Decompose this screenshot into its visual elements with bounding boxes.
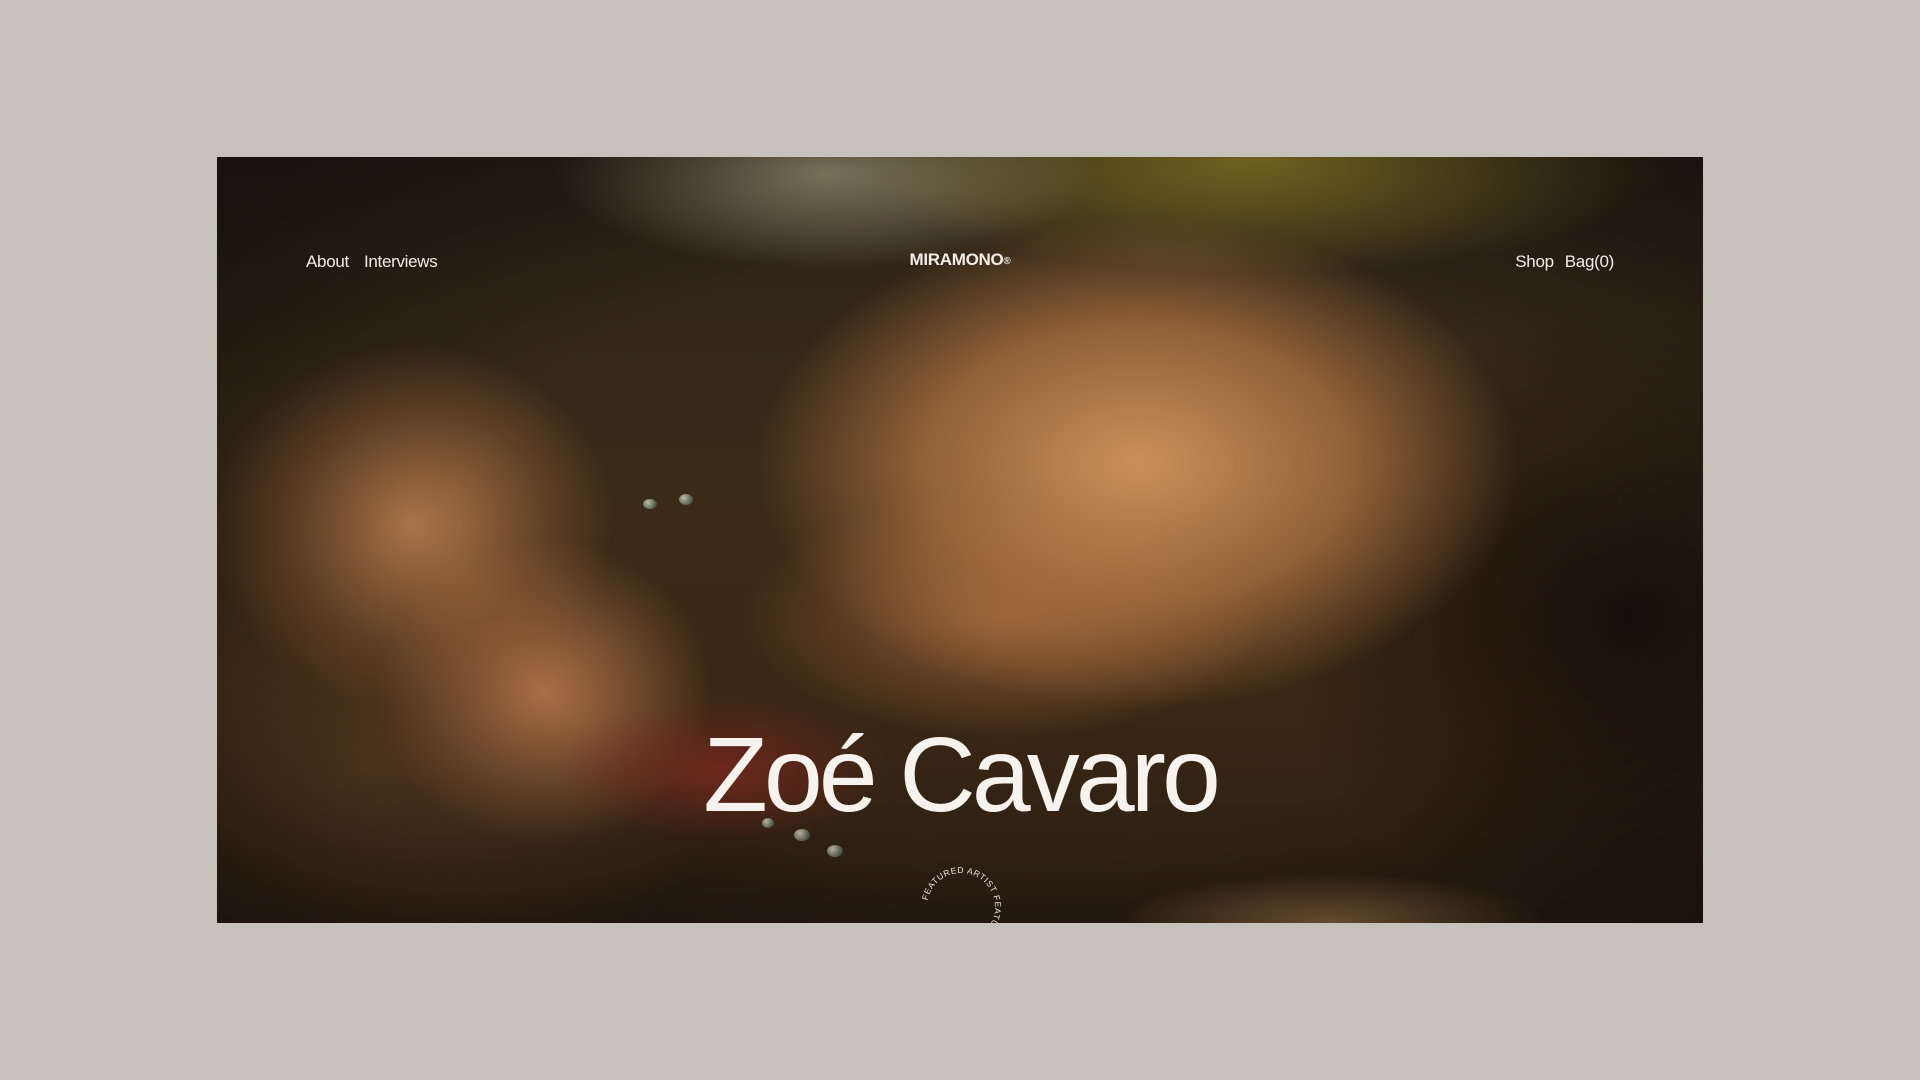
- featured-artist-badge: FEATURED ARTIST FEATURED ARTIST: [918, 864, 1004, 923]
- registered-mark: ®: [1003, 256, 1011, 267]
- nav-right-group: Shop Bag(0): [1515, 252, 1614, 272]
- brand-logo[interactable]: MIRAMONO®: [909, 250, 1010, 270]
- rotating-badge-graphic: FEATURED ARTIST FEATURED ARTIST: [920, 865, 1003, 923]
- brand-name: MIRAMONO: [909, 250, 1004, 269]
- nav-link-bag[interactable]: Bag(0): [1565, 252, 1615, 272]
- hero-title: Zoé Cavaro: [703, 716, 1221, 834]
- hero-section: About Interviews MIRAMONO® Shop Bag(0) Z…: [217, 157, 1703, 923]
- nav-link-about[interactable]: About: [306, 252, 349, 272]
- nav-left-group: About Interviews: [306, 252, 438, 272]
- nav-link-interviews[interactable]: Interviews: [364, 252, 438, 272]
- face-gem-decoration: [643, 499, 657, 509]
- nav-link-shop[interactable]: Shop: [1515, 252, 1554, 272]
- face-gem-decoration: [827, 845, 843, 857]
- face-gem-decoration: [679, 494, 693, 505]
- top-navigation: About Interviews MIRAMONO® Shop Bag(0): [217, 250, 1703, 282]
- badge-circular-text: FEATURED ARTIST FEATURED ARTIST: [920, 865, 1003, 923]
